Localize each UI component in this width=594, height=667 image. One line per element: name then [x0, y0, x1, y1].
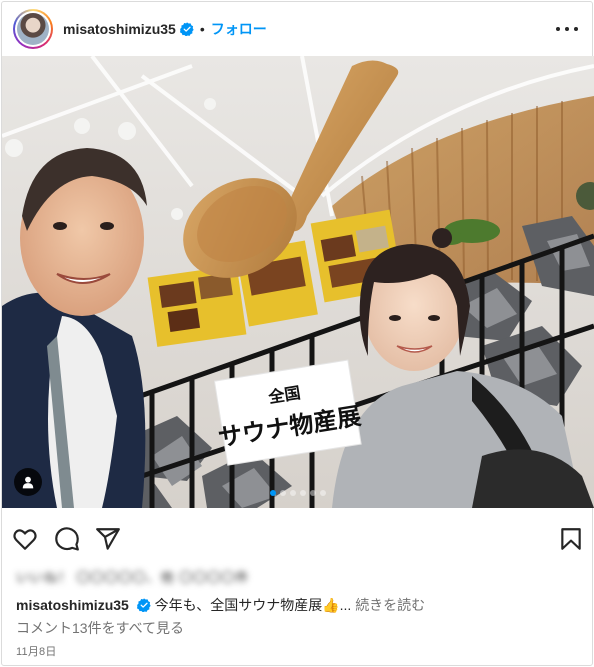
more-options-icon[interactable]	[556, 20, 578, 38]
header-separator: •	[199, 21, 205, 37]
verified-icon	[179, 22, 194, 36]
view-all-comments-link[interactable]: コメント13件をすべて見る	[16, 618, 184, 638]
carousel-dot	[320, 490, 326, 496]
photo-illustration: 全国 サウナ物産展	[2, 56, 594, 508]
carousel-indicator	[2, 490, 594, 496]
caption: misatoshimizu35 今年も、全国サウナ物産展👍... 続きを読む	[16, 595, 586, 615]
verified-icon	[136, 598, 151, 612]
post-date: 11月8日	[16, 646, 57, 658]
caption-ellipsis: ...	[339, 597, 356, 613]
caption-username[interactable]: misatoshimizu35	[16, 597, 129, 613]
bookmark-icon[interactable]	[558, 526, 584, 552]
carousel-dot	[310, 490, 316, 496]
carousel-dot	[270, 490, 276, 496]
share-paper-plane-icon[interactable]	[95, 526, 121, 552]
post-header: misatoshimizu35 • フォロー	[2, 2, 592, 56]
username-link[interactable]: misatoshimizu35	[63, 21, 176, 37]
read-more-link[interactable]: 続きを読む	[355, 597, 425, 613]
caption-text: 今年も、全国サウナ物産展👍	[154, 597, 340, 613]
heart-icon[interactable]	[12, 526, 38, 552]
carousel-dot	[300, 490, 306, 496]
follow-button[interactable]: フォロー	[211, 19, 267, 39]
instagram-post: misatoshimizu35 • フォロー 全国 サウナ物産展 いいね！ 〇〇…	[1, 1, 594, 666]
carousel-dot	[280, 490, 286, 496]
likes-text: いいね！ 〇〇〇〇〇、他 〇〇〇〇件	[16, 569, 250, 585]
comment-icon[interactable]	[54, 526, 80, 552]
post-photo[interactable]: 全国 サウナ物産展	[2, 56, 594, 508]
avatar-image	[17, 13, 49, 45]
carousel-dot	[290, 490, 296, 496]
action-bar	[2, 518, 592, 558]
avatar[interactable]	[13, 9, 53, 49]
likes-count[interactable]: いいね！ 〇〇〇〇〇、他 〇〇〇〇件	[16, 568, 250, 585]
